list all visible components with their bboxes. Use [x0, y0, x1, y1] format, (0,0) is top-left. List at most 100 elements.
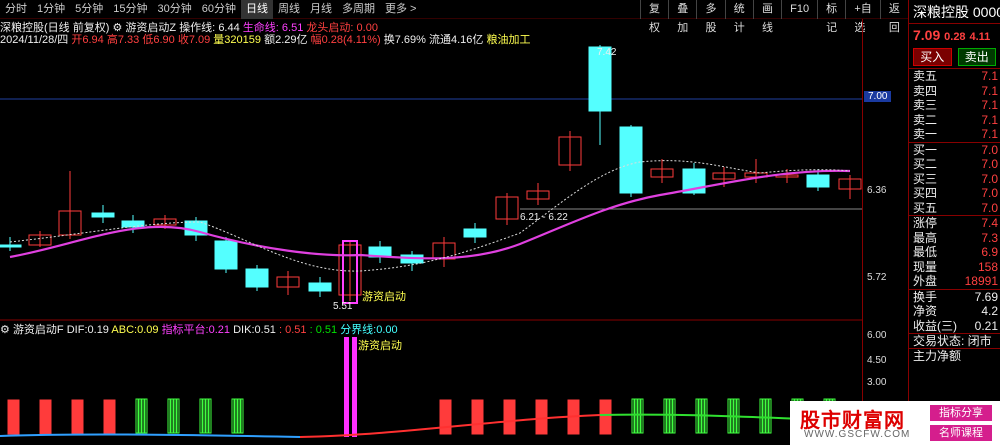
lower-axis-tick: 3.00: [867, 377, 887, 388]
lower-indicator-name[interactable]: 游资启动F: [13, 324, 64, 336]
lower-bar: [503, 399, 507, 435]
lower-bar: [445, 399, 449, 435]
lower-bar: [237, 398, 241, 434]
abc-label: ABC:: [111, 324, 138, 336]
sell-button[interactable]: 卖出: [957, 48, 996, 66]
bound-label: 分界线:: [340, 324, 377, 336]
lower-bar: [231, 398, 235, 434]
tool-button[interactable]: +自选: [845, 0, 879, 34]
period-tab[interactable]: 15分钟: [108, 0, 152, 19]
candle-body: [308, 282, 332, 292]
candle-body: [0, 244, 22, 248]
lower-axis-tick: 6.00: [867, 330, 887, 341]
bound-value: 0.00: [376, 324, 398, 336]
quote-price-row: 7.09 0.28 4.11: [909, 24, 1000, 46]
candle-body: [463, 228, 487, 238]
tool-button[interactable]: 复权: [640, 0, 668, 34]
lower-signal-bar: [352, 337, 357, 437]
lower-bar: [663, 398, 667, 434]
quote-row-value: 7.0: [981, 200, 998, 215]
lower-signal-bar: [344, 337, 349, 437]
lower-trend-blue: [0, 433, 301, 438]
period-tab[interactable]: 更多 >: [380, 0, 421, 19]
period-tab[interactable]: 1分钟: [32, 0, 70, 19]
quote-row-value: 7.0: [981, 171, 998, 186]
lower-bar: [544, 399, 548, 435]
buy-button[interactable]: 买入: [913, 48, 952, 66]
lower-bar: [506, 399, 510, 435]
quote-price: 7.09: [913, 27, 941, 43]
lower-bar: [669, 398, 673, 434]
period-tab[interactable]: 分时: [0, 0, 32, 19]
quote-row: 买五 7.0: [909, 201, 1000, 216]
axis-tick: 6.36: [867, 185, 887, 196]
lower-bar: [202, 398, 206, 434]
period-tab[interactable]: 周线: [273, 0, 305, 19]
quote-row-value: 7.69: [974, 289, 998, 304]
period-tab[interactable]: 5分钟: [70, 0, 108, 19]
price-axis: 6.36 5.72 6.00 4.50 3.00: [862, 19, 908, 445]
period-tab[interactable]: 60分钟: [197, 0, 241, 19]
kline-chart[interactable]: [0, 19, 908, 445]
lower-bar: [141, 398, 145, 434]
quote-row-label: 换手: [913, 289, 938, 304]
signal-label-lower: 游资启动: [358, 340, 402, 352]
quote-row-label: 买四: [913, 186, 938, 200]
lower-bar: [135, 398, 139, 434]
lower-bar: [637, 398, 641, 434]
tool-button[interactable]: F10: [781, 0, 817, 19]
lower-bar: [768, 398, 772, 434]
quote-row: 卖五 7.1: [909, 69, 1000, 84]
quote-row-value: 7.0: [981, 142, 998, 157]
trade-buttons: 买入 卖出: [909, 46, 1000, 68]
stock-title: 深粮控股 00001: [909, 0, 1000, 24]
lower-bar: [106, 399, 110, 435]
high-value: 7.33: [117, 34, 140, 46]
quote-row: 净资 4.2: [909, 304, 1000, 319]
tool-button[interactable]: 叠加: [668, 0, 696, 34]
quote-row: 买一 7.0: [909, 143, 1000, 158]
period-tab[interactable]: 30分钟: [153, 0, 197, 19]
change-label: 幅: [310, 34, 322, 46]
lower-bar: [167, 398, 171, 434]
quote-row-label: 最低: [913, 245, 938, 259]
lower-bar: [762, 398, 766, 434]
quote-row-label: 收益(三): [913, 318, 957, 333]
main-flow: 主力净额: [909, 347, 1000, 363]
watermark-tag-share[interactable]: 指标分享: [930, 405, 992, 421]
watermark-tag-course[interactable]: 名师课程: [930, 425, 992, 441]
lower-axis-tick: 4.50: [867, 355, 887, 366]
period-tab[interactable]: 日线: [241, 0, 273, 19]
amount-label: 额: [264, 34, 276, 46]
tool-button[interactable]: 统计: [724, 0, 753, 34]
period-tab[interactable]: 多周期: [337, 0, 380, 19]
stock-code: 00001: [972, 4, 1000, 20]
quote-row: 外盘 18991: [909, 274, 1000, 289]
quote-row-value: 158: [977, 259, 998, 274]
quote-row-label: 现量: [913, 259, 938, 274]
tool-button[interactable]: 返回: [879, 0, 908, 34]
period-tab[interactable]: 月线: [305, 0, 337, 19]
quote-row-value: 0.21: [974, 318, 998, 333]
tool-button[interactable]: 画线: [752, 0, 781, 34]
quote-row: 收益(三) 0.21: [909, 319, 1000, 334]
lower-settings-icon[interactable]: ⚙: [0, 324, 10, 336]
lower-bar: [77, 399, 81, 435]
quote-row-value: 7.1: [981, 69, 998, 83]
lower-bar: [138, 398, 142, 434]
lower-bar: [538, 399, 542, 435]
lower-bar: [765, 398, 769, 434]
lower-bar: [480, 399, 484, 435]
quote-row-label: 买二: [913, 157, 938, 171]
lower-bar: [205, 398, 209, 434]
lower-bar: [541, 399, 545, 435]
abc-value: 0.09: [137, 324, 159, 336]
tool-button[interactable]: 多股: [696, 0, 724, 34]
tool-button[interactable]: 标记: [817, 0, 845, 34]
candle-body: [121, 220, 145, 228]
v5-value: : 0.51: [279, 324, 307, 336]
lower-bar: [13, 399, 17, 435]
quote-row-label: 卖一: [913, 127, 938, 141]
industry-label[interactable]: 粮油加工: [486, 34, 530, 46]
open-label: 开: [71, 34, 83, 46]
